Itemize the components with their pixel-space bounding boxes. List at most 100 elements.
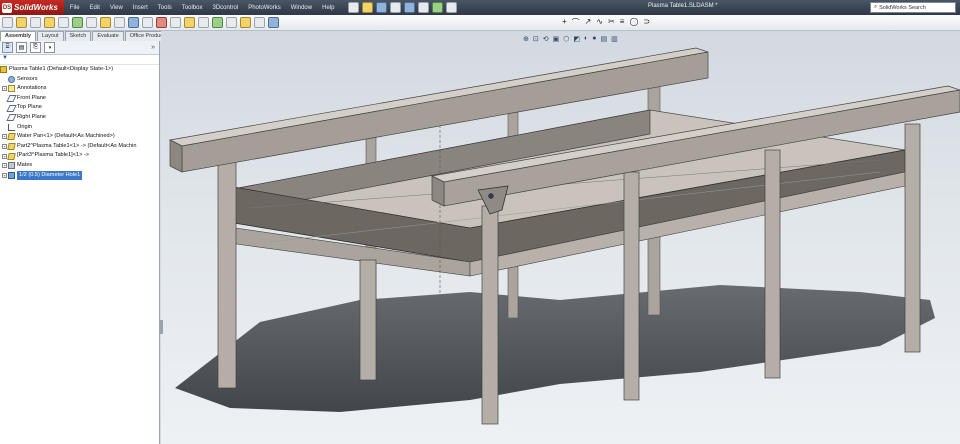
sketch-circle-icon[interactable]: ◯ bbox=[629, 17, 638, 28]
undo-icon[interactable] bbox=[404, 2, 416, 13]
sketch-line-icon[interactable]: ↗ bbox=[585, 17, 592, 28]
edit-component-icon[interactable] bbox=[2, 17, 13, 28]
apply-scene-icon[interactable]: ▤ bbox=[600, 35, 607, 43]
sketch-trim-icon[interactable]: ✂ bbox=[608, 17, 615, 28]
select-icon[interactable] bbox=[418, 2, 430, 13]
menu-toolbox[interactable]: Toolbox bbox=[182, 5, 203, 11]
smart-fasteners-icon[interactable] bbox=[58, 17, 69, 28]
part-icon bbox=[7, 133, 16, 141]
tree-node-part3[interactable]: + [Part3^Plasma Table1]<1> -> bbox=[0, 151, 159, 161]
sketch-slot-icon[interactable]: ⊃ bbox=[643, 17, 650, 28]
save-icon[interactable] bbox=[376, 2, 388, 13]
tab-evaluate[interactable]: Evaluate bbox=[92, 31, 124, 41]
rebuild-icon[interactable] bbox=[432, 2, 444, 13]
view-orientation-icon[interactable]: ⬡ bbox=[563, 35, 569, 43]
expand-icon[interactable]: + bbox=[2, 86, 7, 92]
reference-geometry-icon[interactable] bbox=[114, 17, 125, 28]
panel-splitter[interactable] bbox=[160, 320, 163, 334]
zoom-to-fit-icon[interactable]: ⊕ bbox=[523, 35, 529, 43]
sketch-point-icon[interactable]: + bbox=[562, 17, 567, 28]
expand-icon[interactable]: + bbox=[2, 134, 7, 140]
edit-appearance-icon[interactable]: ● bbox=[592, 35, 596, 43]
floor-shadow bbox=[175, 285, 935, 412]
tree-node-label: Front Plane bbox=[17, 94, 46, 101]
previous-view-icon[interactable]: ⟲ bbox=[543, 35, 549, 43]
menu-3dcontrol[interactable]: 3Dcontrol bbox=[213, 5, 239, 11]
sketch-arc-icon[interactable]: ⌒ bbox=[572, 17, 580, 28]
tree-node-label: Origin bbox=[17, 123, 32, 130]
toolbox-icon[interactable] bbox=[254, 17, 265, 28]
solidworks-search-field[interactable]: ⌕ SolidWorks Search bbox=[870, 2, 956, 13]
configuration-manager-tab-icon[interactable]: ⎘ bbox=[30, 42, 41, 53]
print-icon[interactable] bbox=[390, 2, 402, 13]
linear-pattern-icon[interactable] bbox=[44, 17, 55, 28]
display-manager-tab-icon[interactable]: ◑ bbox=[44, 42, 55, 53]
insert-components-icon[interactable] bbox=[16, 17, 27, 28]
feature-tree-tab-icon[interactable]: ⌸ bbox=[2, 42, 13, 53]
sketch-spline-icon[interactable]: ∿ bbox=[596, 17, 603, 28]
new-motion-study-icon[interactable] bbox=[128, 17, 139, 28]
menu-window[interactable]: Window bbox=[291, 5, 312, 11]
tree-node-front-plane[interactable]: Front Plane bbox=[0, 94, 159, 104]
hole-alignment-icon[interactable] bbox=[212, 17, 223, 28]
tab-assembly[interactable]: Assembly bbox=[0, 31, 36, 41]
filter-icon[interactable]: ▼ bbox=[0, 55, 159, 65]
move-component-icon[interactable] bbox=[72, 17, 83, 28]
assembly-features-icon[interactable] bbox=[100, 17, 111, 28]
view-settings-icon[interactable]: ▥ bbox=[611, 35, 618, 43]
tree-node-part2[interactable]: + Part2^Plasma Table1<1> -> (Default<As … bbox=[0, 142, 159, 152]
solidworks-logo[interactable]: DS SolidWorks bbox=[0, 0, 64, 15]
tree-node-mates[interactable]: + Mates bbox=[0, 161, 159, 171]
show-hidden-icon[interactable] bbox=[86, 17, 97, 28]
heads-up-view-toolbar: ⊕ ⊡ ⟲ ▣ ⬡ ◩ ◐ ● ▤ ▥ bbox=[523, 35, 622, 43]
property-manager-tab-icon[interactable]: ▤ bbox=[16, 42, 27, 53]
exploded-view-icon[interactable] bbox=[156, 17, 167, 28]
tree-node-label: Water Pan<1> (Default<As Machined>) bbox=[17, 133, 115, 140]
tree-node-annotations[interactable]: + Annotations bbox=[0, 84, 159, 94]
instant3d-icon[interactable] bbox=[226, 17, 237, 28]
configurations-icon[interactable] bbox=[240, 17, 251, 28]
photoview-icon[interactable] bbox=[268, 17, 279, 28]
app-name: SolidWorks bbox=[14, 3, 58, 12]
bill-of-materials-icon[interactable] bbox=[142, 17, 153, 28]
display-style-icon[interactable]: ◩ bbox=[573, 35, 580, 43]
tree-node-water-pan[interactable]: + Water Pan<1> (Default<As Machined>) bbox=[0, 132, 159, 142]
section-view-icon[interactable]: ▣ bbox=[553, 35, 560, 43]
new-document-icon[interactable] bbox=[348, 2, 360, 13]
tree-node-origin[interactable]: Origin bbox=[0, 123, 159, 133]
menu-photoworks[interactable]: PhotoWorks bbox=[248, 5, 281, 11]
options-icon[interactable] bbox=[446, 2, 458, 13]
tree-node-root[interactable]: Plasma Table1 (Default<Display State-1>) bbox=[0, 65, 159, 75]
tab-sketch[interactable]: Sketch bbox=[64, 31, 92, 41]
menu-help[interactable]: Help bbox=[322, 5, 334, 11]
expand-icon[interactable]: + bbox=[2, 172, 7, 178]
tree-node-top-plane[interactable]: Top Plane bbox=[0, 103, 159, 113]
model-viewport[interactable] bbox=[161, 31, 960, 444]
plane-icon bbox=[6, 104, 17, 112]
clearance-verification-icon[interactable] bbox=[198, 17, 209, 28]
hide-show-items-icon[interactable]: ◐ bbox=[584, 35, 588, 43]
tree-node-right-plane[interactable]: Right Plane bbox=[0, 113, 159, 123]
diameter-hole[interactable] bbox=[488, 193, 494, 199]
expand-icon[interactable]: + bbox=[2, 144, 7, 150]
command-manager bbox=[0, 15, 960, 31]
interference-detection-icon[interactable] bbox=[184, 17, 195, 28]
explode-line-sketch-icon[interactable] bbox=[170, 17, 181, 28]
tab-layout[interactable]: Layout bbox=[37, 31, 64, 41]
menu-file[interactable]: File bbox=[70, 5, 80, 11]
tree-node-sensors[interactable]: Sensors bbox=[0, 75, 159, 85]
menu-insert[interactable]: Insert bbox=[133, 5, 148, 11]
graphics-area[interactable] bbox=[161, 31, 960, 444]
menu-edit[interactable]: Edit bbox=[90, 5, 100, 11]
tree-node-diameter-hole[interactable]: + 1/2 (0.5) Diameter Hole1 bbox=[0, 170, 159, 181]
sketch-offset-icon[interactable]: ≡ bbox=[620, 17, 625, 28]
expand-icon[interactable]: + bbox=[2, 163, 7, 169]
zoom-to-area-icon[interactable]: ⊡ bbox=[533, 35, 539, 43]
menu-tools[interactable]: Tools bbox=[158, 5, 172, 11]
menu-view[interactable]: View bbox=[110, 5, 123, 11]
expand-icon[interactable]: + bbox=[2, 153, 7, 159]
open-folder-icon[interactable] bbox=[362, 2, 374, 13]
mate-icon[interactable] bbox=[30, 17, 41, 28]
more-tabs-icon[interactable]: » bbox=[151, 44, 155, 51]
leg-front-center bbox=[481, 205, 499, 425]
